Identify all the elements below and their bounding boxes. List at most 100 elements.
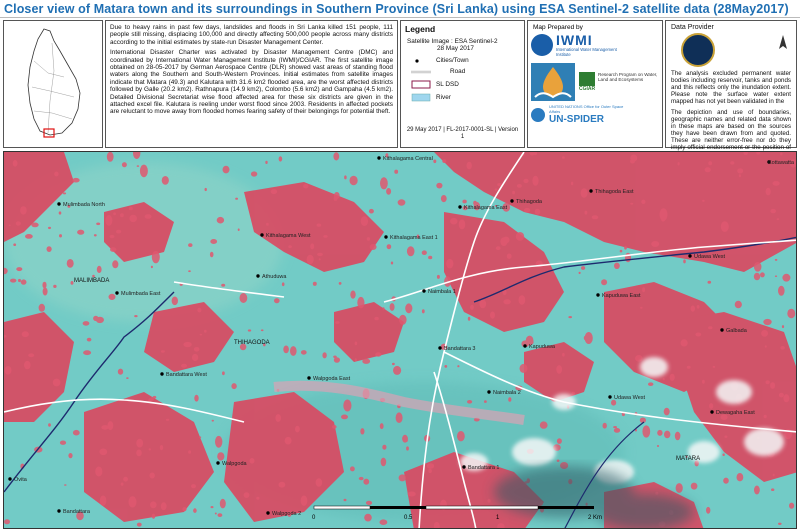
data-provider-title: Data Provider <box>671 24 714 31</box>
map-canvas: Kithalagama Central Kottawatta Thihagoda E… <box>4 152 796 528</box>
dlr-seal-icon <box>681 33 715 67</box>
legend-title: Legend <box>405 24 436 34</box>
town-label: Galbada <box>726 328 748 334</box>
town-dot-icon <box>256 274 260 278</box>
town-dot-icon <box>260 233 264 237</box>
town-label: Kithalagama West <box>266 233 311 239</box>
town-label: Kithalagama East <box>464 205 508 211</box>
north-arrow-icon <box>779 35 787 49</box>
town-marker[interactable]: Thihagoda East <box>589 189 634 195</box>
town-label: Thihagoda East <box>595 189 634 195</box>
town-dot-icon <box>608 395 612 399</box>
town-dot-icon <box>266 511 270 515</box>
town-label: Bandattara West <box>166 372 207 378</box>
description-para-1: Due to heavy rains in past few days, lan… <box>110 24 393 46</box>
legend-item-dsd: SL DSD <box>411 79 520 90</box>
town-marker[interactable]: Kapuduwa East <box>596 293 641 299</box>
town-marker[interactable]: Bandattara <box>57 509 91 515</box>
town-label: Kapuduwa East <box>602 293 641 299</box>
un-office-text: UNITED NATIONS Office for Outer Space Af… <box>549 104 624 114</box>
satellite-map[interactable]: Kithalagama Central Kottawatta Thihagoda E… <box>3 151 797 529</box>
dsd-label-matara: MATARA <box>676 456 700 462</box>
town-dot-icon <box>377 156 381 160</box>
town-marker[interactable]: Mulimbada North <box>57 202 105 208</box>
dsd-label-malimbada: MALIMBADA <box>74 278 109 284</box>
town-marker[interactable]: Udawa West <box>608 395 646 401</box>
town-dot-icon <box>411 56 431 65</box>
town-dot-icon <box>422 289 426 293</box>
town-label: Mulimbada North <box>63 202 105 208</box>
town-marker[interactable]: Walpgoda East <box>307 376 351 382</box>
town-marker[interactable]: Naimbala 2 <box>487 390 521 396</box>
town-marker[interactable]: Bandattara 3 <box>438 346 476 352</box>
town-dot-icon <box>596 293 600 297</box>
town-marker[interactable]: Kithalagama East <box>458 205 508 211</box>
legend-panel: Legend Satellite Image : ESA Sentinel-2 … <box>400 20 525 148</box>
town-label: Walpgoda East <box>313 376 351 382</box>
town-marker[interactable]: Naimbala 1 <box>422 289 456 295</box>
town-marker[interactable]: Thihagoda <box>510 199 543 205</box>
town-marker[interactable]: Udawa West <box>688 254 726 260</box>
town-label: Bandattara <box>63 509 91 515</box>
town-dot-icon <box>487 390 491 394</box>
town-label: Kithalagama Central <box>383 156 433 162</box>
town-dot-icon <box>438 346 442 350</box>
town-label: Mulimbada East <box>121 291 161 297</box>
town-dot-icon <box>307 376 311 380</box>
river-box-icon <box>411 93 431 102</box>
logos-panel: Map Prepared by IWMI International Water… <box>527 20 663 148</box>
town-dot-icon <box>589 189 593 193</box>
town-marker[interactable]: Walpgoda 2 <box>266 511 301 517</box>
town-label: Bandattara 3 <box>444 346 476 352</box>
town-marker[interactable]: Kapuduwa <box>523 344 556 350</box>
town-label: Naimbala 2 <box>493 390 521 396</box>
town-label: Walpgoda <box>222 461 248 467</box>
town-label: Kithalagama East 1 <box>390 235 438 241</box>
title-bar: Closer view of Matara town and its surro… <box>0 0 800 18</box>
cgiar-text: CGIAR <box>579 86 596 92</box>
legend-satellite-image: Satellite Image : ESA Sentinel-2 <box>407 38 498 45</box>
town-dot-icon <box>458 205 462 209</box>
town-dot-icon <box>462 465 466 469</box>
cgiar-logo-icon <box>579 72 595 86</box>
town-dot-icon <box>384 235 388 239</box>
town-dot-icon <box>216 461 220 465</box>
prepared-by-label: Map Prepared by <box>533 24 583 31</box>
town-label: Naimbala 1 <box>428 289 456 295</box>
town-label: Walpgoda 2 <box>272 511 301 517</box>
un-emblem-icon <box>531 108 545 122</box>
iwmi-logo-icon <box>531 34 553 56</box>
town-label: Udawa West <box>694 254 726 260</box>
legend-item-road: Road <box>411 66 520 77</box>
iwmi-logo-text: IWMI <box>556 32 593 48</box>
town-dot-icon <box>523 344 527 348</box>
dsd-box-icon <box>411 80 431 89</box>
dsd-label-thihagoda: THIHAGODA <box>234 340 270 346</box>
town-dot-icon <box>57 509 61 513</box>
town-marker[interactable]: Kottawatta <box>767 160 795 166</box>
town-marker[interactable]: Mulimbada East <box>115 291 161 297</box>
town-marker[interactable]: Kithalagama East 1 <box>384 235 438 241</box>
town-label: Ovita <box>14 477 28 483</box>
water-hands-logo-icon <box>531 63 575 101</box>
town-dot-icon <box>8 477 12 481</box>
town-marker[interactable]: Kithalagama West <box>260 233 311 239</box>
road-line-icon <box>411 67 431 76</box>
town-dot-icon <box>115 291 119 295</box>
town-marker[interactable]: Bandattara West <box>160 372 207 378</box>
town-marker[interactable]: Dewagaha East <box>710 410 755 416</box>
scale-label-05: 0.5 <box>404 515 413 521</box>
description-para-2: International Disaster Charter was activ… <box>110 49 393 116</box>
town-label: Thihagoda <box>516 199 543 205</box>
legend-item-river: River <box>411 92 520 103</box>
sri-lanka-outline <box>27 28 81 138</box>
legend-footer: 29 May 2017 | FL-2017-0001-SL | Version … <box>406 127 519 140</box>
town-label: Kottawatta <box>768 160 795 166</box>
un-spider-text: UN-SPIDER <box>549 114 605 125</box>
research-program-text: Research Program on Water, Land and Ecos… <box>598 72 658 82</box>
town-marker[interactable]: Bandattara 1 <box>462 465 500 471</box>
town-dot-icon <box>510 199 514 203</box>
town-marker[interactable]: Kithalagama Central <box>377 156 433 162</box>
legend-item-towns: Cities/Town <box>411 55 520 66</box>
legend-image-date: 28 May 2017 <box>437 45 474 52</box>
